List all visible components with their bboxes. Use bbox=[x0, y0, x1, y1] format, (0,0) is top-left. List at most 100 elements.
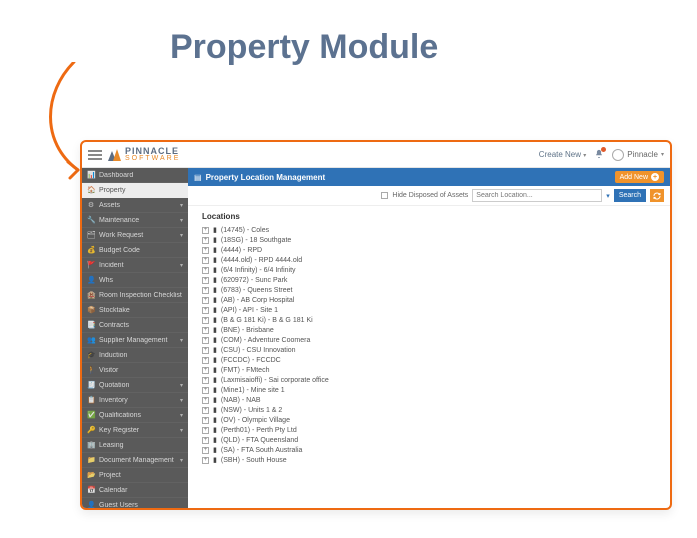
location-row[interactable]: +▮(BNE) - Brisbane bbox=[202, 325, 660, 335]
location-row[interactable]: +▮(4444.old) - RPD 4444.old bbox=[202, 255, 660, 265]
expand-icon[interactable]: + bbox=[202, 227, 209, 234]
search-location-input[interactable] bbox=[472, 189, 602, 202]
sidebar-item-inventory[interactable]: 📋Inventory▾ bbox=[82, 393, 188, 408]
file-icon: ▮ bbox=[213, 296, 217, 304]
location-row[interactable]: +▮(4444) - RPD bbox=[202, 245, 660, 255]
location-row[interactable]: +▮(FCCDC) - FCCDC bbox=[202, 355, 660, 365]
location-label: (FCCDC) - FCCDC bbox=[221, 357, 281, 364]
sidebar-item-incident[interactable]: 🚩Incident▾ bbox=[82, 258, 188, 273]
location-row[interactable]: +▮(OV) - Olympic Village bbox=[202, 415, 660, 425]
location-label: (COM) - Adventure Coomera bbox=[221, 337, 310, 344]
location-row[interactable]: +▮(CSU) - CSU Innovation bbox=[202, 345, 660, 355]
location-row[interactable]: +▮(NAB) - NAB bbox=[202, 395, 660, 405]
sidebar-item-key-register[interactable]: 🔑Key Register▾ bbox=[82, 423, 188, 438]
location-row[interactable]: +▮(AB) - AB Corp Hospital bbox=[202, 295, 660, 305]
sidebar-item-budget-code[interactable]: 💰Budget Code bbox=[82, 243, 188, 258]
chevron-down-icon: ▾ bbox=[180, 262, 183, 269]
sidebar-item-supplier-management[interactable]: 👥Supplier Management▾ bbox=[82, 333, 188, 348]
expand-icon[interactable]: + bbox=[202, 407, 209, 414]
sidebar-item-label: Project bbox=[99, 472, 183, 479]
sidebar-item-label: Visitor bbox=[99, 367, 183, 374]
expand-icon[interactable]: + bbox=[202, 257, 209, 264]
expand-icon[interactable]: + bbox=[202, 317, 209, 324]
location-row[interactable]: +▮(FMT) - FMtech bbox=[202, 365, 660, 375]
location-row[interactable]: +▮(18SG) - 18 Southgate bbox=[202, 235, 660, 245]
location-row[interactable]: +▮(620972) - Sunc Park bbox=[202, 275, 660, 285]
add-new-button[interactable]: Add New + bbox=[615, 171, 664, 183]
location-label: (4444) - RPD bbox=[221, 247, 262, 254]
location-row[interactable]: +▮(6/4 Infinity) - 6/4 Infinity bbox=[202, 265, 660, 275]
user-menu[interactable]: Pinnacle ▾ bbox=[612, 149, 664, 161]
location-row[interactable]: +▮(COM) - Adventure Coomera bbox=[202, 335, 660, 345]
refresh-icon bbox=[653, 192, 661, 200]
location-row[interactable]: +▮(Perth01) - Perth Pty Ltd bbox=[202, 425, 660, 435]
sidebar-item-calendar[interactable]: 📅Calendar bbox=[82, 483, 188, 498]
location-row[interactable]: +▮(Mine1) - Mine site 1 bbox=[202, 385, 660, 395]
expand-icon[interactable]: + bbox=[202, 297, 209, 304]
expand-icon[interactable]: + bbox=[202, 247, 209, 254]
sidebar-item-assets[interactable]: ⚙Assets▾ bbox=[82, 198, 188, 213]
expand-icon[interactable]: + bbox=[202, 327, 209, 334]
expand-icon[interactable]: + bbox=[202, 377, 209, 384]
sidebar-item-property[interactable]: 🏠Property bbox=[82, 183, 188, 198]
expand-icon[interactable]: + bbox=[202, 367, 209, 374]
sidebar-item-project[interactable]: 📂Project bbox=[82, 468, 188, 483]
hide-disposed-checkbox[interactable] bbox=[381, 192, 388, 199]
location-label: (SBH) - South House bbox=[221, 457, 287, 464]
notifications-icon[interactable] bbox=[594, 149, 604, 161]
sidebar-item-visitor[interactable]: 🚶Visitor bbox=[82, 363, 188, 378]
sidebar-item-leasing[interactable]: 🏢Leasing bbox=[82, 438, 188, 453]
expand-icon[interactable]: + bbox=[202, 427, 209, 434]
sidebar-item-whs[interactable]: 👤Whs bbox=[82, 273, 188, 288]
expand-icon[interactable]: + bbox=[202, 267, 209, 274]
location-row[interactable]: +▮(SA) - FTA South Australia bbox=[202, 445, 660, 455]
expand-icon[interactable]: + bbox=[202, 347, 209, 354]
location-row[interactable]: +▮(NSW) - Units 1 & 2 bbox=[202, 405, 660, 415]
chevron-down-icon: ▾ bbox=[661, 151, 664, 158]
sidebar-item-label: Maintenance bbox=[99, 217, 176, 224]
expand-icon[interactable]: + bbox=[202, 387, 209, 394]
location-row[interactable]: +▮(14745) - Coles bbox=[202, 225, 660, 235]
expand-icon[interactable]: + bbox=[202, 457, 209, 464]
location-row[interactable]: +▮(QLD) - FTA Queensland bbox=[202, 435, 660, 445]
create-new-link[interactable]: Create New ▾ bbox=[539, 150, 587, 159]
location-row[interactable]: +▮(SBH) - South House bbox=[202, 455, 660, 465]
file-icon: ▮ bbox=[213, 256, 217, 264]
search-button[interactable]: Search bbox=[614, 189, 646, 202]
sidebar-item-label: Assets bbox=[99, 202, 176, 209]
sidebar-item-room-inspection-checklist[interactable]: 🏨Room Inspection Checklist bbox=[82, 288, 188, 303]
sidebar-item-dashboard[interactable]: 📊Dashboard bbox=[82, 168, 188, 183]
refresh-button[interactable] bbox=[650, 189, 664, 202]
location-label: (API) - API - Site 1 bbox=[221, 307, 278, 314]
expand-icon[interactable]: + bbox=[202, 277, 209, 284]
hamburger-icon[interactable] bbox=[88, 148, 102, 162]
sidebar-item-label: Calendar bbox=[99, 487, 183, 494]
location-row[interactable]: +▮(6783) - Queens Street bbox=[202, 285, 660, 295]
location-row[interactable]: +▮(API) - API - Site 1 bbox=[202, 305, 660, 315]
sidebar-item-qualifications[interactable]: ✅Qualifications▾ bbox=[82, 408, 188, 423]
sidebar-item-guest-users[interactable]: 👤Guest Users bbox=[82, 498, 188, 508]
sidebar-item-maintenance[interactable]: 🔧Maintenance▾ bbox=[82, 213, 188, 228]
sidebar-item-document-management[interactable]: 📁Document Management▾ bbox=[82, 453, 188, 468]
sidebar-item-work-request[interactable]: 🗂Work Request▾ bbox=[82, 228, 188, 243]
sidebar-item-stocktake[interactable]: 📦Stocktake bbox=[82, 303, 188, 318]
expand-icon[interactable]: + bbox=[202, 447, 209, 454]
expand-icon[interactable]: + bbox=[202, 307, 209, 314]
expand-icon[interactable]: + bbox=[202, 437, 209, 444]
location-row[interactable]: +▮(Laxmisaioffi) - Sai corporate office bbox=[202, 375, 660, 385]
expand-icon[interactable]: + bbox=[202, 287, 209, 294]
file-icon: ▮ bbox=[213, 266, 217, 274]
dropdown-toggle[interactable]: ▾ bbox=[606, 192, 610, 200]
panel-header: ▤ Property Location Management Add New + bbox=[188, 168, 670, 186]
expand-icon[interactable]: + bbox=[202, 337, 209, 344]
expand-icon[interactable]: + bbox=[202, 397, 209, 404]
location-row[interactable]: +▮(B & G 181 Ki) - B & G 181 Ki bbox=[202, 315, 660, 325]
sidebar-item-contracts[interactable]: 📑Contracts bbox=[82, 318, 188, 333]
location-label: (Mine1) - Mine site 1 bbox=[221, 387, 285, 394]
expand-icon[interactable]: + bbox=[202, 357, 209, 364]
sidebar-item-induction[interactable]: 🎓Induction bbox=[82, 348, 188, 363]
expand-icon[interactable]: + bbox=[202, 417, 209, 424]
sidebar-item-label: Property bbox=[99, 187, 183, 194]
expand-icon[interactable]: + bbox=[202, 237, 209, 244]
sidebar-item-quotation[interactable]: 🧾Quotation▾ bbox=[82, 378, 188, 393]
